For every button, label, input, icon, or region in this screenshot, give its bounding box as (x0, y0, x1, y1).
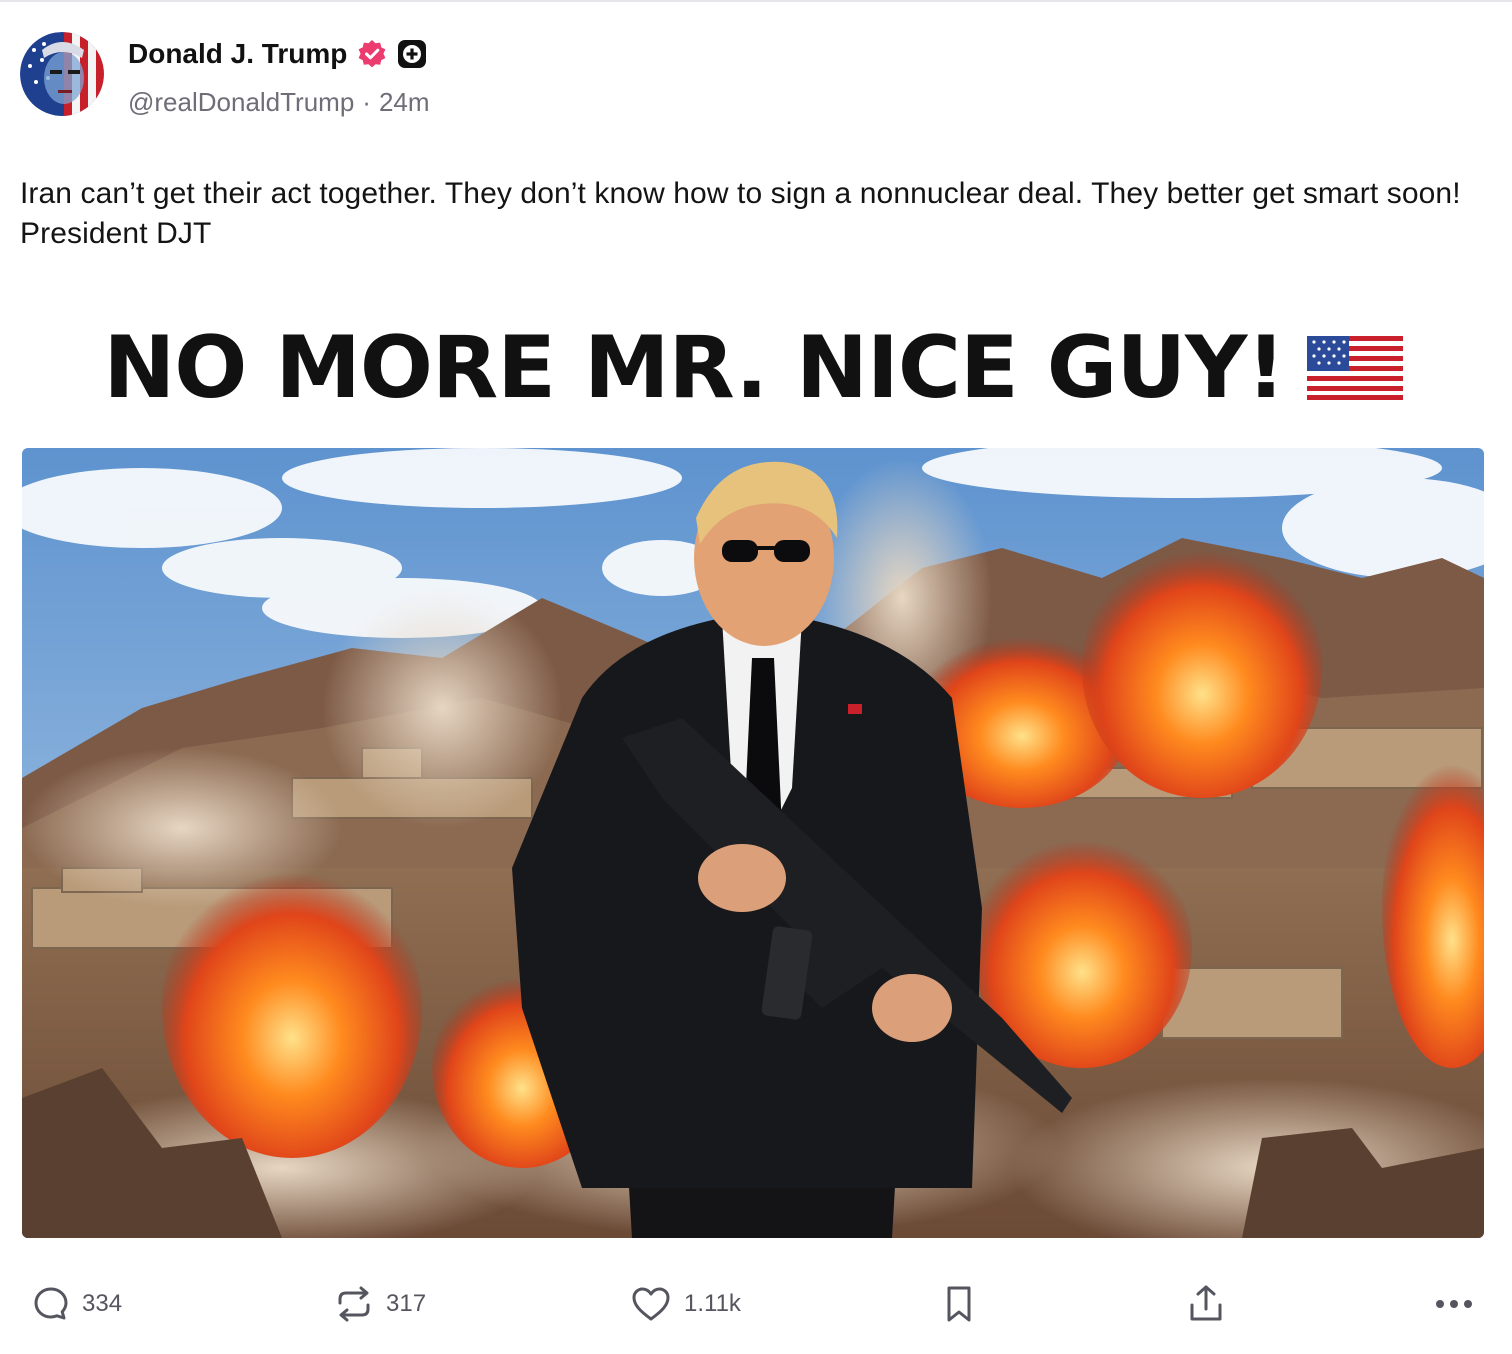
repost-count: 317 (386, 1290, 427, 1317)
more-icon (1436, 1300, 1472, 1308)
author-name-row: Donald J. Trump (128, 34, 427, 74)
media-photo[interactable] (22, 448, 1484, 1238)
like-count: 1.11k (684, 1290, 741, 1317)
plus-badge-icon (397, 39, 427, 69)
reply-icon (34, 1287, 68, 1320)
media-headline-banner: NO MORE MR. NICE GUY! (22, 290, 1484, 446)
reply-button[interactable]: 334 (32, 1276, 122, 1332)
heart-icon (632, 1287, 670, 1321)
share-icon (1190, 1285, 1222, 1321)
author-handle[interactable]: @realDonaldTrump (128, 87, 354, 118)
post-action-bar: 334 317 1.11k (0, 1276, 1512, 1332)
like-button[interactable]: 1.11k (630, 1276, 741, 1332)
more-options-button[interactable] (1434, 1276, 1474, 1332)
avatar-image (20, 32, 104, 116)
bookmark-button[interactable] (942, 1276, 976, 1332)
bookmark-icon (947, 1286, 971, 1322)
media-headline-text: NO MORE MR. NICE GUY! (103, 318, 1285, 418)
divider (0, 0, 1512, 2)
reply-count: 334 (82, 1290, 123, 1317)
post-media: NO MORE MR. NICE GUY! (22, 290, 1484, 1240)
us-flag-icon (1306, 336, 1403, 400)
avatar[interactable] (20, 32, 104, 116)
post-timestamp[interactable]: 24m (379, 87, 430, 118)
meta-separator: · (362, 86, 371, 117)
post-body-text: Iran can’t get their act together. They … (20, 177, 1461, 250)
post-card: Donald J. Trump @realDonaldTrump · 24m I… (0, 0, 1512, 1354)
verified-badge-icon (357, 39, 387, 69)
repost-button[interactable]: 317 (334, 1276, 426, 1332)
author-display-name[interactable]: Donald J. Trump (128, 38, 347, 70)
repost-icon (338, 1286, 370, 1322)
media-photo-illustration (22, 448, 1484, 1238)
share-button[interactable] (1186, 1276, 1226, 1332)
author-meta-row: @realDonaldTrump · 24m (128, 84, 430, 120)
